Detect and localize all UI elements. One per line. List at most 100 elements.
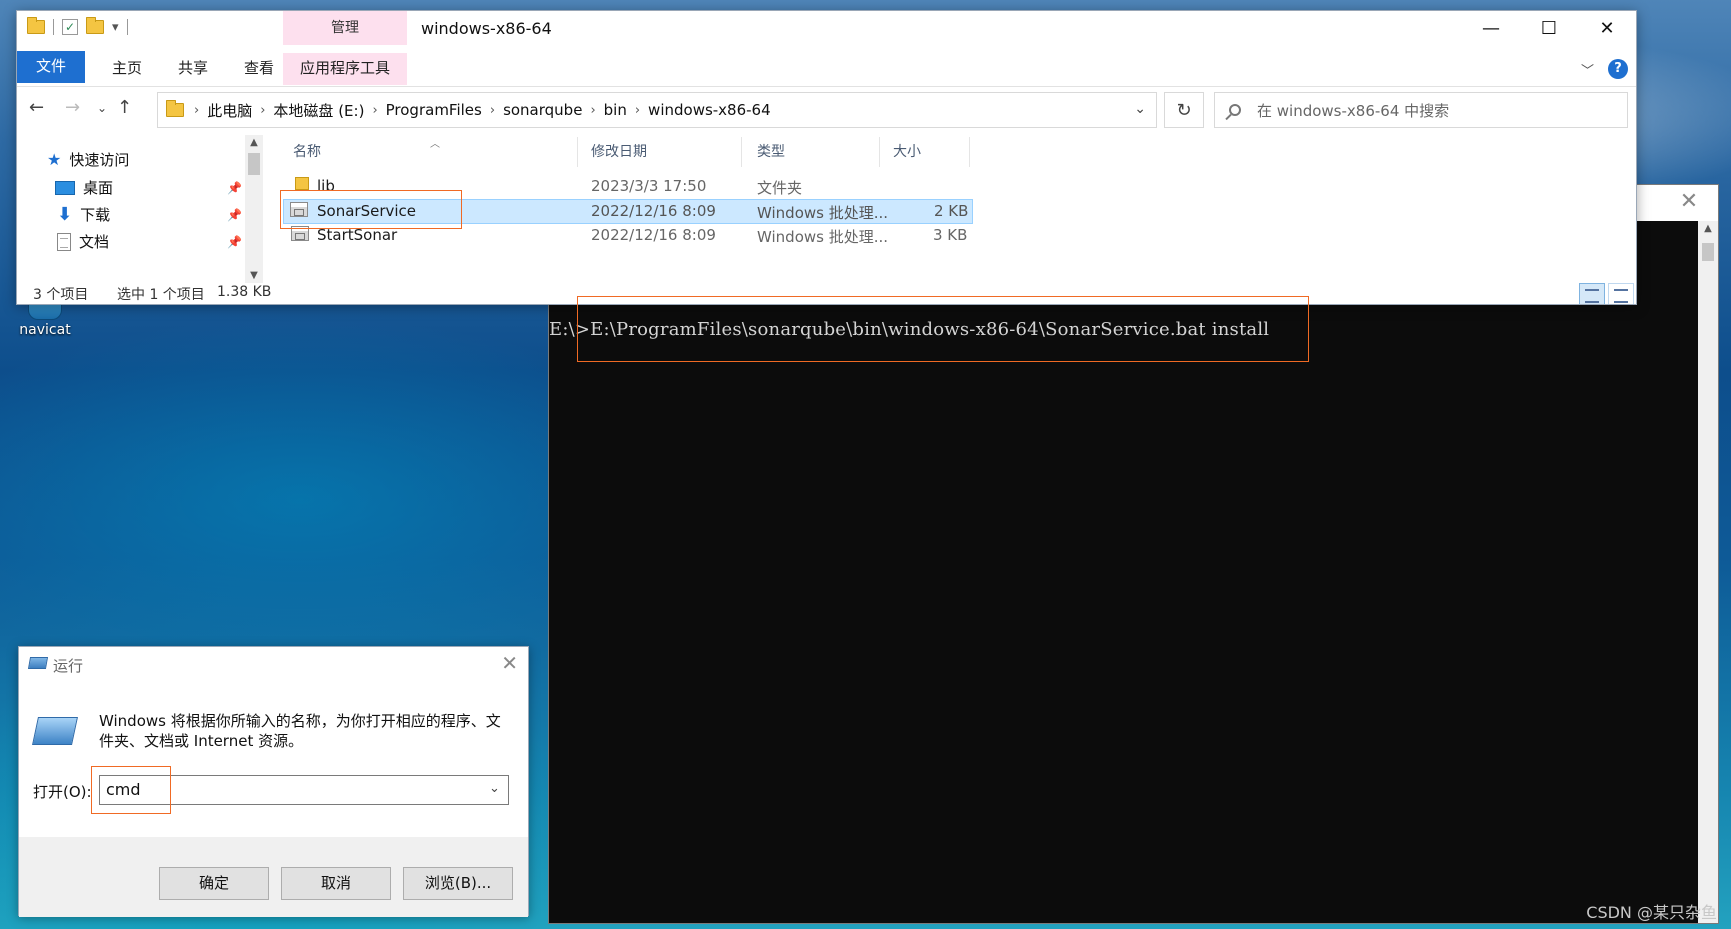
address-bar[interactable]: › 此电脑 › 本地磁盘 (E:) › ProgramFiles › sonar… (157, 92, 1157, 128)
column-header-name[interactable]: 名称 (293, 135, 321, 169)
properties-icon[interactable]: ✓ (62, 19, 78, 35)
help-icon[interactable]: ? (1608, 59, 1628, 79)
batch-file-icon (290, 202, 308, 217)
breadcrumb-bin[interactable]: bin (604, 101, 627, 119)
file-name: StartSonar (317, 226, 398, 244)
column-header-type[interactable]: 类型 (757, 135, 785, 169)
large-icons-view-button[interactable] (1608, 283, 1634, 304)
details-view-button[interactable] (1579, 283, 1605, 304)
customize-qat-icon[interactable]: ▾ (112, 20, 119, 35)
column-divider[interactable] (879, 137, 880, 167)
scroll-up-icon[interactable]: ▲ (1698, 223, 1718, 234)
close-button[interactable]: ✕ (1660, 185, 1718, 221)
open-label: 打开(O): (33, 783, 92, 801)
chevron-right-icon[interactable]: › (372, 103, 377, 118)
column-header-modified[interactable]: 修改日期 (591, 135, 647, 169)
scrollbar-thumb[interactable] (1702, 243, 1714, 261)
back-button[interactable]: ← (29, 97, 44, 118)
window-controls: — ☐ ✕ (1462, 11, 1636, 45)
quick-access-toolbar: ✓ ▾ (27, 17, 128, 35)
scroll-up-icon[interactable]: ▲ (245, 137, 263, 148)
nav-pane-scrollbar[interactable]: ▲ ▼ (245, 135, 263, 283)
tab-application-tools[interactable]: 应用程序工具 (283, 53, 407, 85)
chevron-right-icon[interactable]: › (194, 103, 199, 118)
context-tab-group-manage: 管理 (283, 11, 407, 45)
scroll-down-icon[interactable]: ▼ (245, 270, 263, 281)
run-dialog-title: 运行 (53, 657, 84, 675)
browse-button[interactable]: 浏览(B)... (403, 867, 513, 900)
qat-separator (126, 19, 128, 35)
run-dialog: 运行 ✕ Windows 将根据你所输入的名称，为你打开相应的程序、文件夹、文档… (18, 646, 529, 917)
tab-view[interactable]: 查看 (229, 53, 289, 85)
ok-button[interactable]: 确定 (159, 867, 269, 900)
file-row-sonarservice[interactable]: SonarService 2022/12/16 8:09 Windows 批处理… (283, 199, 973, 224)
breadcrumb-this-pc[interactable]: 此电脑 (207, 100, 252, 121)
nav-item-documents[interactable]: 文档 (57, 231, 109, 252)
up-button[interactable]: ↑ (117, 97, 132, 118)
tab-file[interactable]: 文件 (17, 51, 85, 83)
file-name: SonarService (317, 202, 417, 220)
new-folder-icon[interactable] (86, 17, 104, 34)
pin-icon: 📌 (227, 208, 242, 222)
close-button[interactable]: ✕ (501, 651, 518, 675)
column-header-size[interactable]: 大小 (893, 135, 921, 169)
file-list: ︿ 名称 修改日期 类型 大小 lib 2023/3/3 17:50 文件夹 S… (283, 135, 1055, 283)
file-name: lib (317, 177, 335, 195)
tab-home[interactable]: 主页 (97, 53, 157, 85)
ribbon-right-controls: ﹀ ? (1581, 59, 1628, 79)
address-dropdown-icon[interactable]: ⌄ (1134, 101, 1146, 117)
expand-ribbon-icon[interactable]: ﹀ (1581, 60, 1594, 79)
column-divider[interactable] (969, 137, 970, 167)
file-explorer-window: ✓ ▾ 管理 windows-x86-64 — ☐ ✕ 文件 主页 共享 查看 … (16, 10, 1637, 305)
tab-share[interactable]: 共享 (163, 53, 223, 85)
download-icon: ⬇ (57, 204, 73, 225)
file-row-startsonar[interactable]: StartSonar 2022/12/16 8:09 Windows 批处理..… (285, 224, 1059, 249)
breadcrumb-programfiles[interactable]: ProgramFiles (386, 101, 482, 119)
chevron-right-icon[interactable]: › (260, 103, 265, 118)
column-divider[interactable] (741, 137, 742, 167)
chevron-right-icon[interactable]: › (635, 103, 640, 118)
chevron-right-icon[interactable]: › (490, 103, 495, 118)
star-icon: ★ (47, 150, 62, 169)
run-titlebar: 运行 ✕ (19, 647, 528, 681)
minimize-button[interactable]: — (1462, 11, 1520, 45)
chevron-down-icon[interactable]: ⌄ (489, 781, 500, 796)
cmd-command-line[interactable]: E:\>E:\ProgramFiles\sonarqube\bin\window… (549, 319, 1269, 340)
nav-item-label: 快速访问 (69, 151, 130, 169)
open-input[interactable]: cmd (99, 775, 509, 805)
maximize-button[interactable]: ☐ (1520, 11, 1578, 45)
nav-item-desktop[interactable]: 桌面 (55, 177, 255, 198)
refresh-button[interactable]: ↻ (1164, 92, 1204, 128)
file-type: 文件夹 (757, 179, 803, 197)
forward-button[interactable]: → (65, 97, 80, 118)
cancel-button[interactable]: 取消 (281, 867, 391, 900)
desktop-icon (55, 180, 75, 195)
column-divider[interactable] (577, 137, 578, 167)
navigation-pane: ★ 快速访问 桌面 📌 ⬇ 下载 📌 文档 📌 ▲ ▼ (17, 135, 265, 283)
status-selection: 选中 1 个项目 (117, 287, 205, 303)
search-placeholder: 在 windows-x86-64 中搜索 (1257, 101, 1450, 120)
run-icon (27, 657, 49, 669)
file-row-lib[interactable]: lib 2023/3/3 17:50 文件夹 (285, 175, 1059, 200)
ribbon-tabs: 文件 主页 共享 查看 应用程序工具 ﹀ ? (17, 45, 1636, 87)
cmd-scrollbar[interactable]: ▲ (1698, 221, 1718, 923)
nav-item-quick-access[interactable]: ★ 快速访问 (47, 149, 129, 170)
search-box[interactable]: 在 windows-x86-64 中搜索 (1214, 92, 1628, 128)
breadcrumb-sonarqube[interactable]: sonarqube (503, 101, 582, 119)
address-row: ← → ⌄ ↑ › 此电脑 › 本地磁盘 (E:) › ProgramFiles… (17, 87, 1636, 135)
chevron-right-icon[interactable]: › (590, 103, 595, 118)
recent-locations-icon[interactable]: ⌄ (97, 101, 107, 115)
folder-icon (166, 100, 184, 117)
breadcrumb-windows-x86-64[interactable]: windows-x86-64 (648, 101, 771, 119)
search-icon (1229, 104, 1241, 116)
folder-icon (27, 17, 45, 34)
watermark: CSDN @某只杂鱼 (1586, 903, 1717, 922)
nav-item-downloads[interactable]: ⬇ 下载 (57, 204, 110, 225)
explorer-titlebar: ✓ ▾ 管理 windows-x86-64 — ☐ ✕ (17, 11, 1636, 45)
desktop-icon-label: navicat (19, 322, 71, 338)
status-item-count: 3 个项目 (33, 287, 89, 303)
breadcrumb-drive-e[interactable]: 本地磁盘 (E:) (273, 100, 364, 121)
desktop-icon-navicat[interactable]: navicat (8, 300, 82, 338)
close-button[interactable]: ✕ (1578, 11, 1636, 45)
scrollbar-thumb[interactable] (248, 153, 260, 175)
